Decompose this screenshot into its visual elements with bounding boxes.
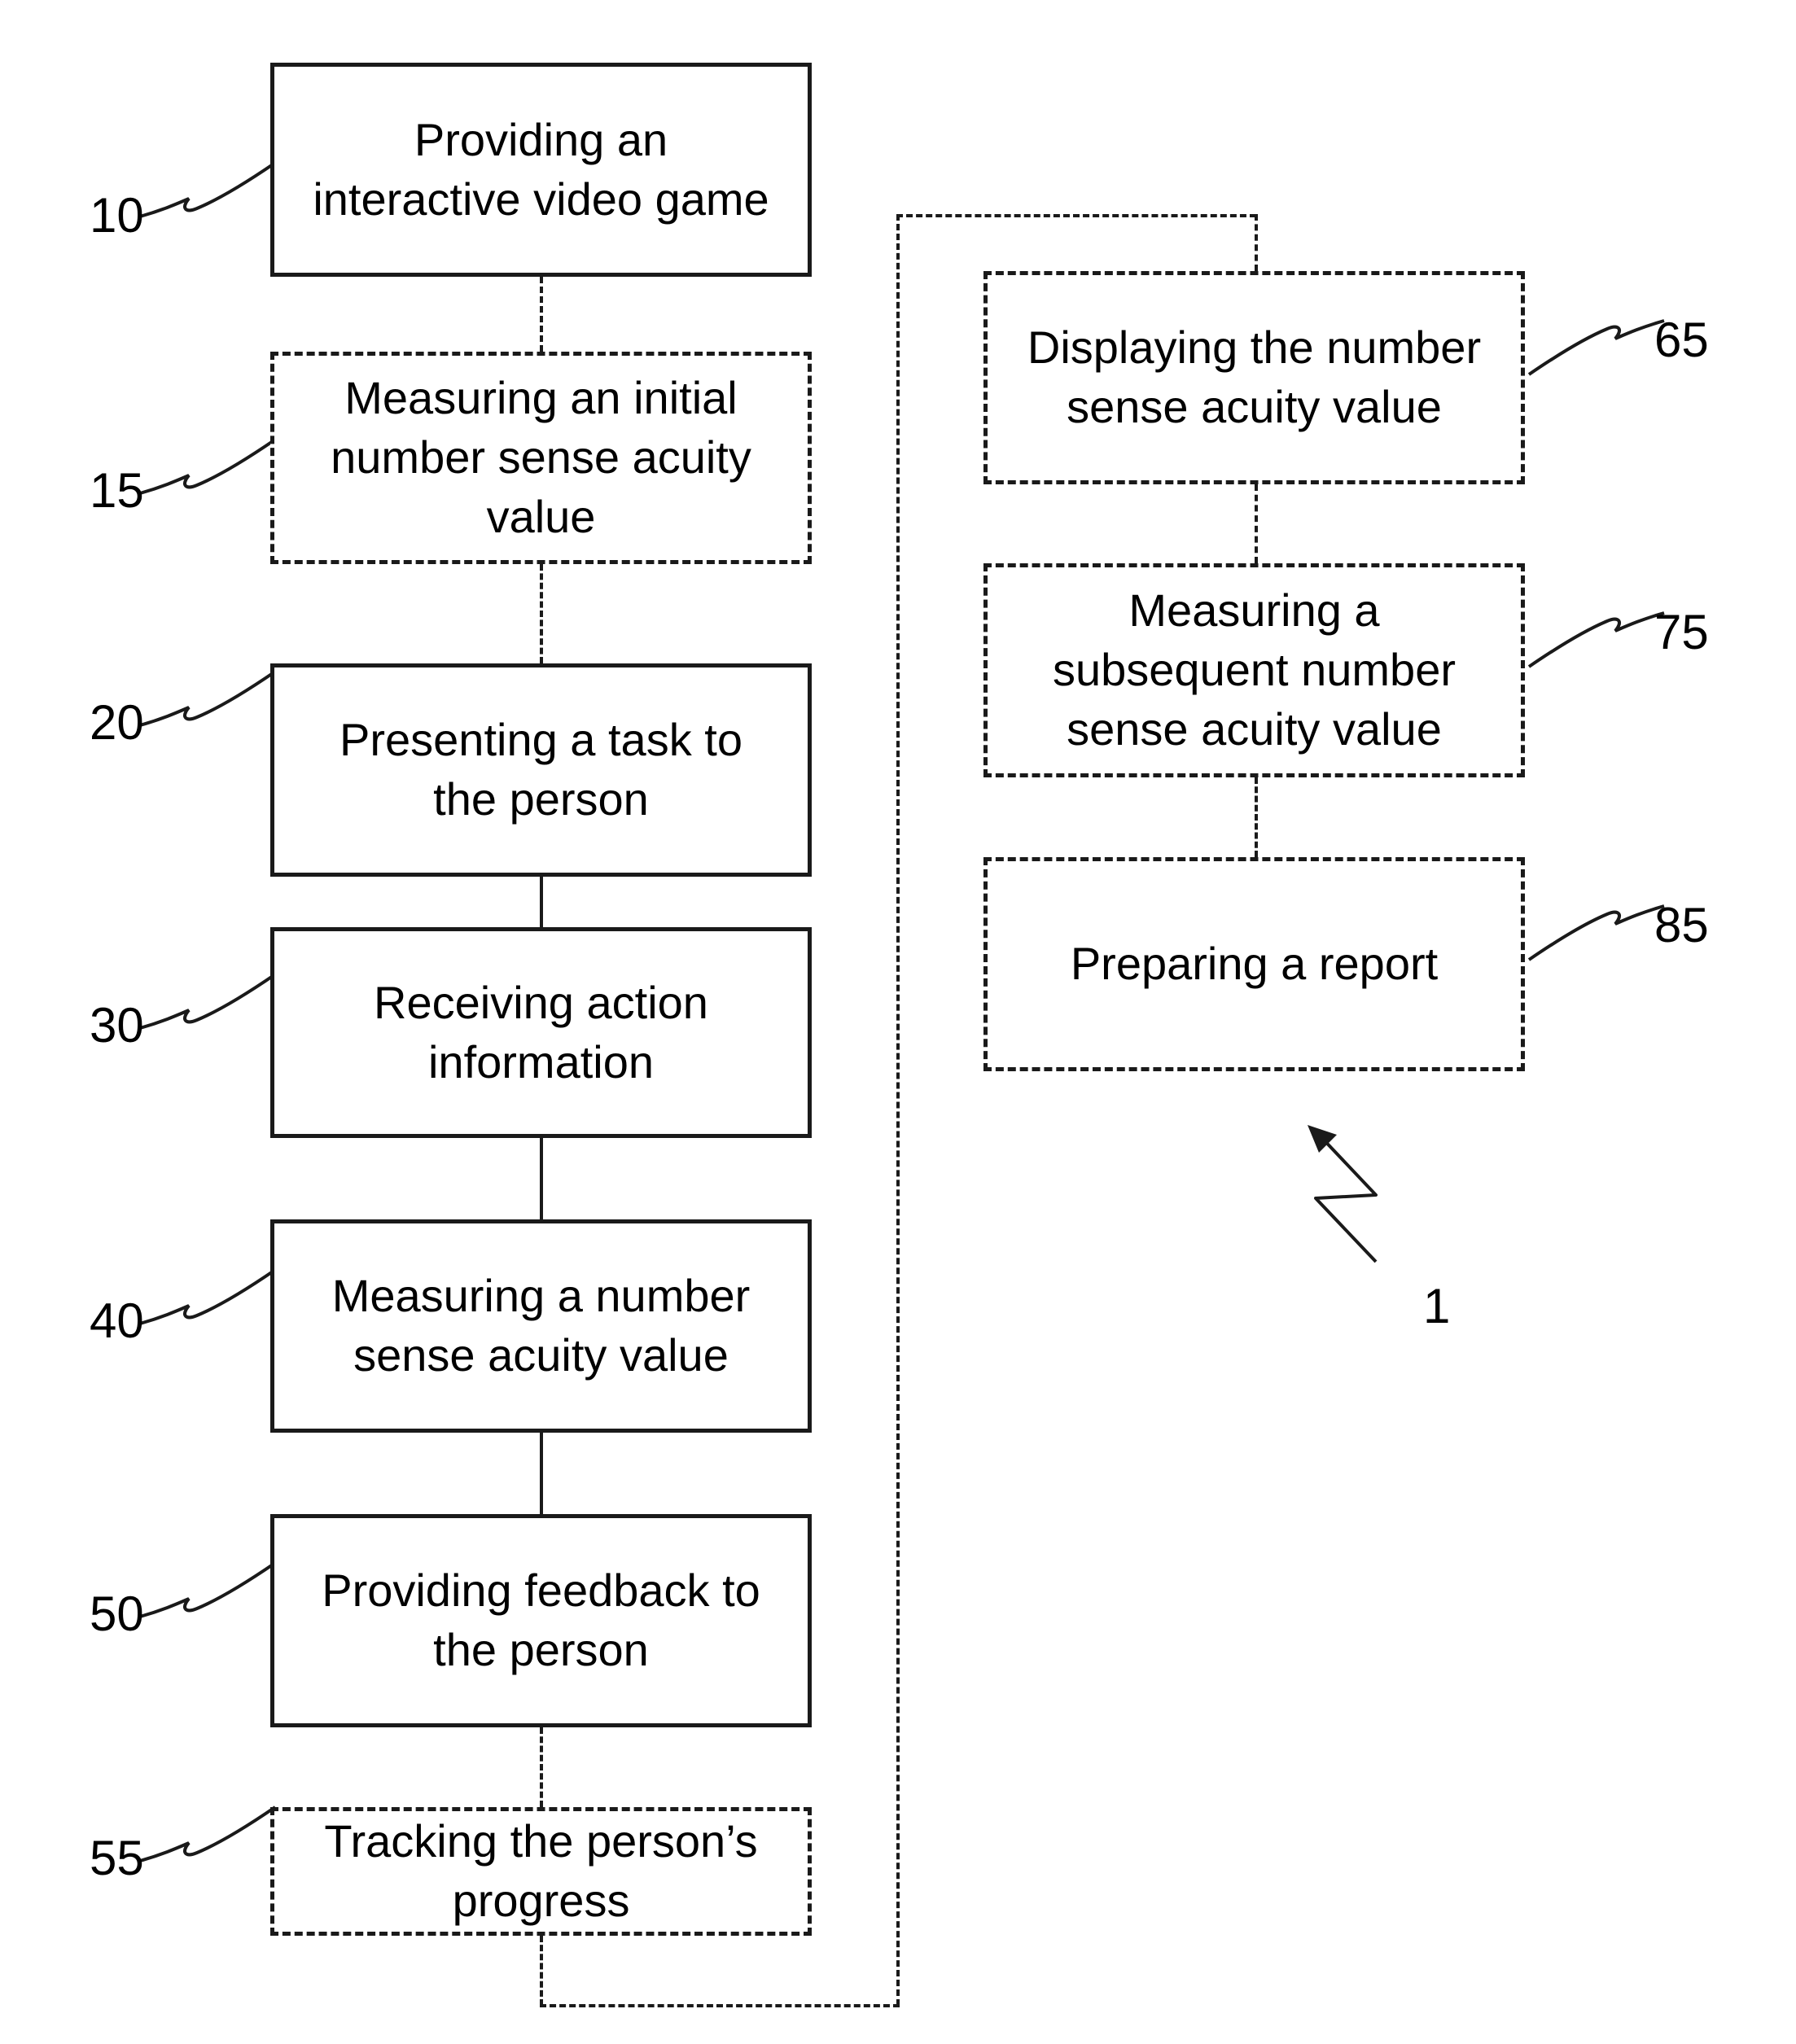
reference-numeral-30: 30 bbox=[90, 998, 144, 1053]
process-box-10[interactable]: Providing an interactive video game bbox=[270, 63, 812, 277]
process-box-85-label: Preparing a report bbox=[1070, 938, 1439, 990]
leader-line-85 bbox=[1527, 904, 1665, 961]
process-box-20[interactable]: Presenting a task to the person bbox=[270, 663, 812, 877]
process-box-55[interactable]: Tracking the person’s progress bbox=[270, 1807, 812, 1936]
connector-30-to-40 bbox=[540, 1138, 543, 1219]
loop-bottom-horizontal bbox=[540, 2004, 900, 2007]
connector-15-to-20 bbox=[540, 564, 543, 663]
process-box-30-label: Receiving action information bbox=[374, 976, 708, 1088]
leader-line-20 bbox=[139, 670, 277, 727]
connector-loop-to-65 bbox=[1255, 214, 1258, 271]
process-box-75-label: Measuring a subsequent number sense acui… bbox=[1052, 584, 1456, 755]
reference-numeral-40: 40 bbox=[90, 1293, 144, 1348]
connector-10-to-15 bbox=[540, 277, 543, 352]
leader-line-40 bbox=[139, 1268, 277, 1325]
reference-numeral-65: 65 bbox=[1654, 313, 1709, 367]
reference-numeral-15: 15 bbox=[90, 463, 144, 518]
patent-flowchart-figure: Providing an interactive video game Meas… bbox=[0, 0, 1796, 2044]
connector-40-to-50 bbox=[540, 1433, 543, 1514]
leader-line-55 bbox=[139, 1805, 277, 1862]
leader-line-50 bbox=[139, 1561, 277, 1618]
process-box-85[interactable]: Preparing a report bbox=[983, 857, 1525, 1071]
process-box-50-label: Providing feedback to the person bbox=[322, 1565, 760, 1675]
reference-numeral-20: 20 bbox=[90, 695, 144, 750]
connector-55-to-loop bbox=[540, 1936, 543, 2006]
connector-20-to-30 bbox=[540, 877, 543, 927]
process-box-65-label: Displaying the number sense acuity value bbox=[1027, 322, 1482, 432]
process-box-40[interactable]: Measuring a number sense acuity value bbox=[270, 1219, 812, 1433]
process-box-40-label: Measuring a number sense acuity value bbox=[331, 1270, 751, 1381]
leader-line-15 bbox=[139, 438, 277, 495]
loop-top-horizontal bbox=[896, 214, 1256, 217]
process-box-10-label: Providing an interactive video game bbox=[313, 113, 769, 225]
leader-line-75 bbox=[1527, 611, 1665, 668]
process-box-55-label: Tracking the person’s progress bbox=[324, 1815, 758, 1926]
process-box-20-label: Presenting a task to the person bbox=[339, 714, 742, 825]
leader-line-10 bbox=[139, 161, 277, 218]
reference-numeral-85: 85 bbox=[1654, 898, 1709, 952]
process-box-15-label: Measuring an initial number sense acuity… bbox=[331, 372, 751, 542]
connector-65-to-75 bbox=[1255, 484, 1258, 563]
leader-line-30 bbox=[139, 973, 277, 1030]
figure-reference-arrow-icon bbox=[1308, 1125, 1378, 1263]
process-box-75[interactable]: Measuring a subsequent number sense acui… bbox=[983, 563, 1525, 777]
process-box-30[interactable]: Receiving action information bbox=[270, 927, 812, 1138]
reference-numeral-1: 1 bbox=[1423, 1279, 1451, 1333]
process-box-65[interactable]: Displaying the number sense acuity value bbox=[983, 271, 1525, 484]
connector-50-to-55 bbox=[540, 1727, 543, 1807]
reference-numeral-55: 55 bbox=[90, 1831, 144, 1885]
process-box-15[interactable]: Measuring an initial number sense acuity… bbox=[270, 352, 812, 564]
process-box-50[interactable]: Providing feedback to the person bbox=[270, 1514, 812, 1727]
reference-numeral-75: 75 bbox=[1654, 605, 1709, 659]
reference-numeral-10: 10 bbox=[90, 188, 144, 243]
loop-right-vertical bbox=[896, 214, 900, 2006]
leader-line-65 bbox=[1527, 319, 1665, 376]
connector-75-to-85 bbox=[1255, 777, 1258, 857]
reference-numeral-50: 50 bbox=[90, 1587, 144, 1641]
